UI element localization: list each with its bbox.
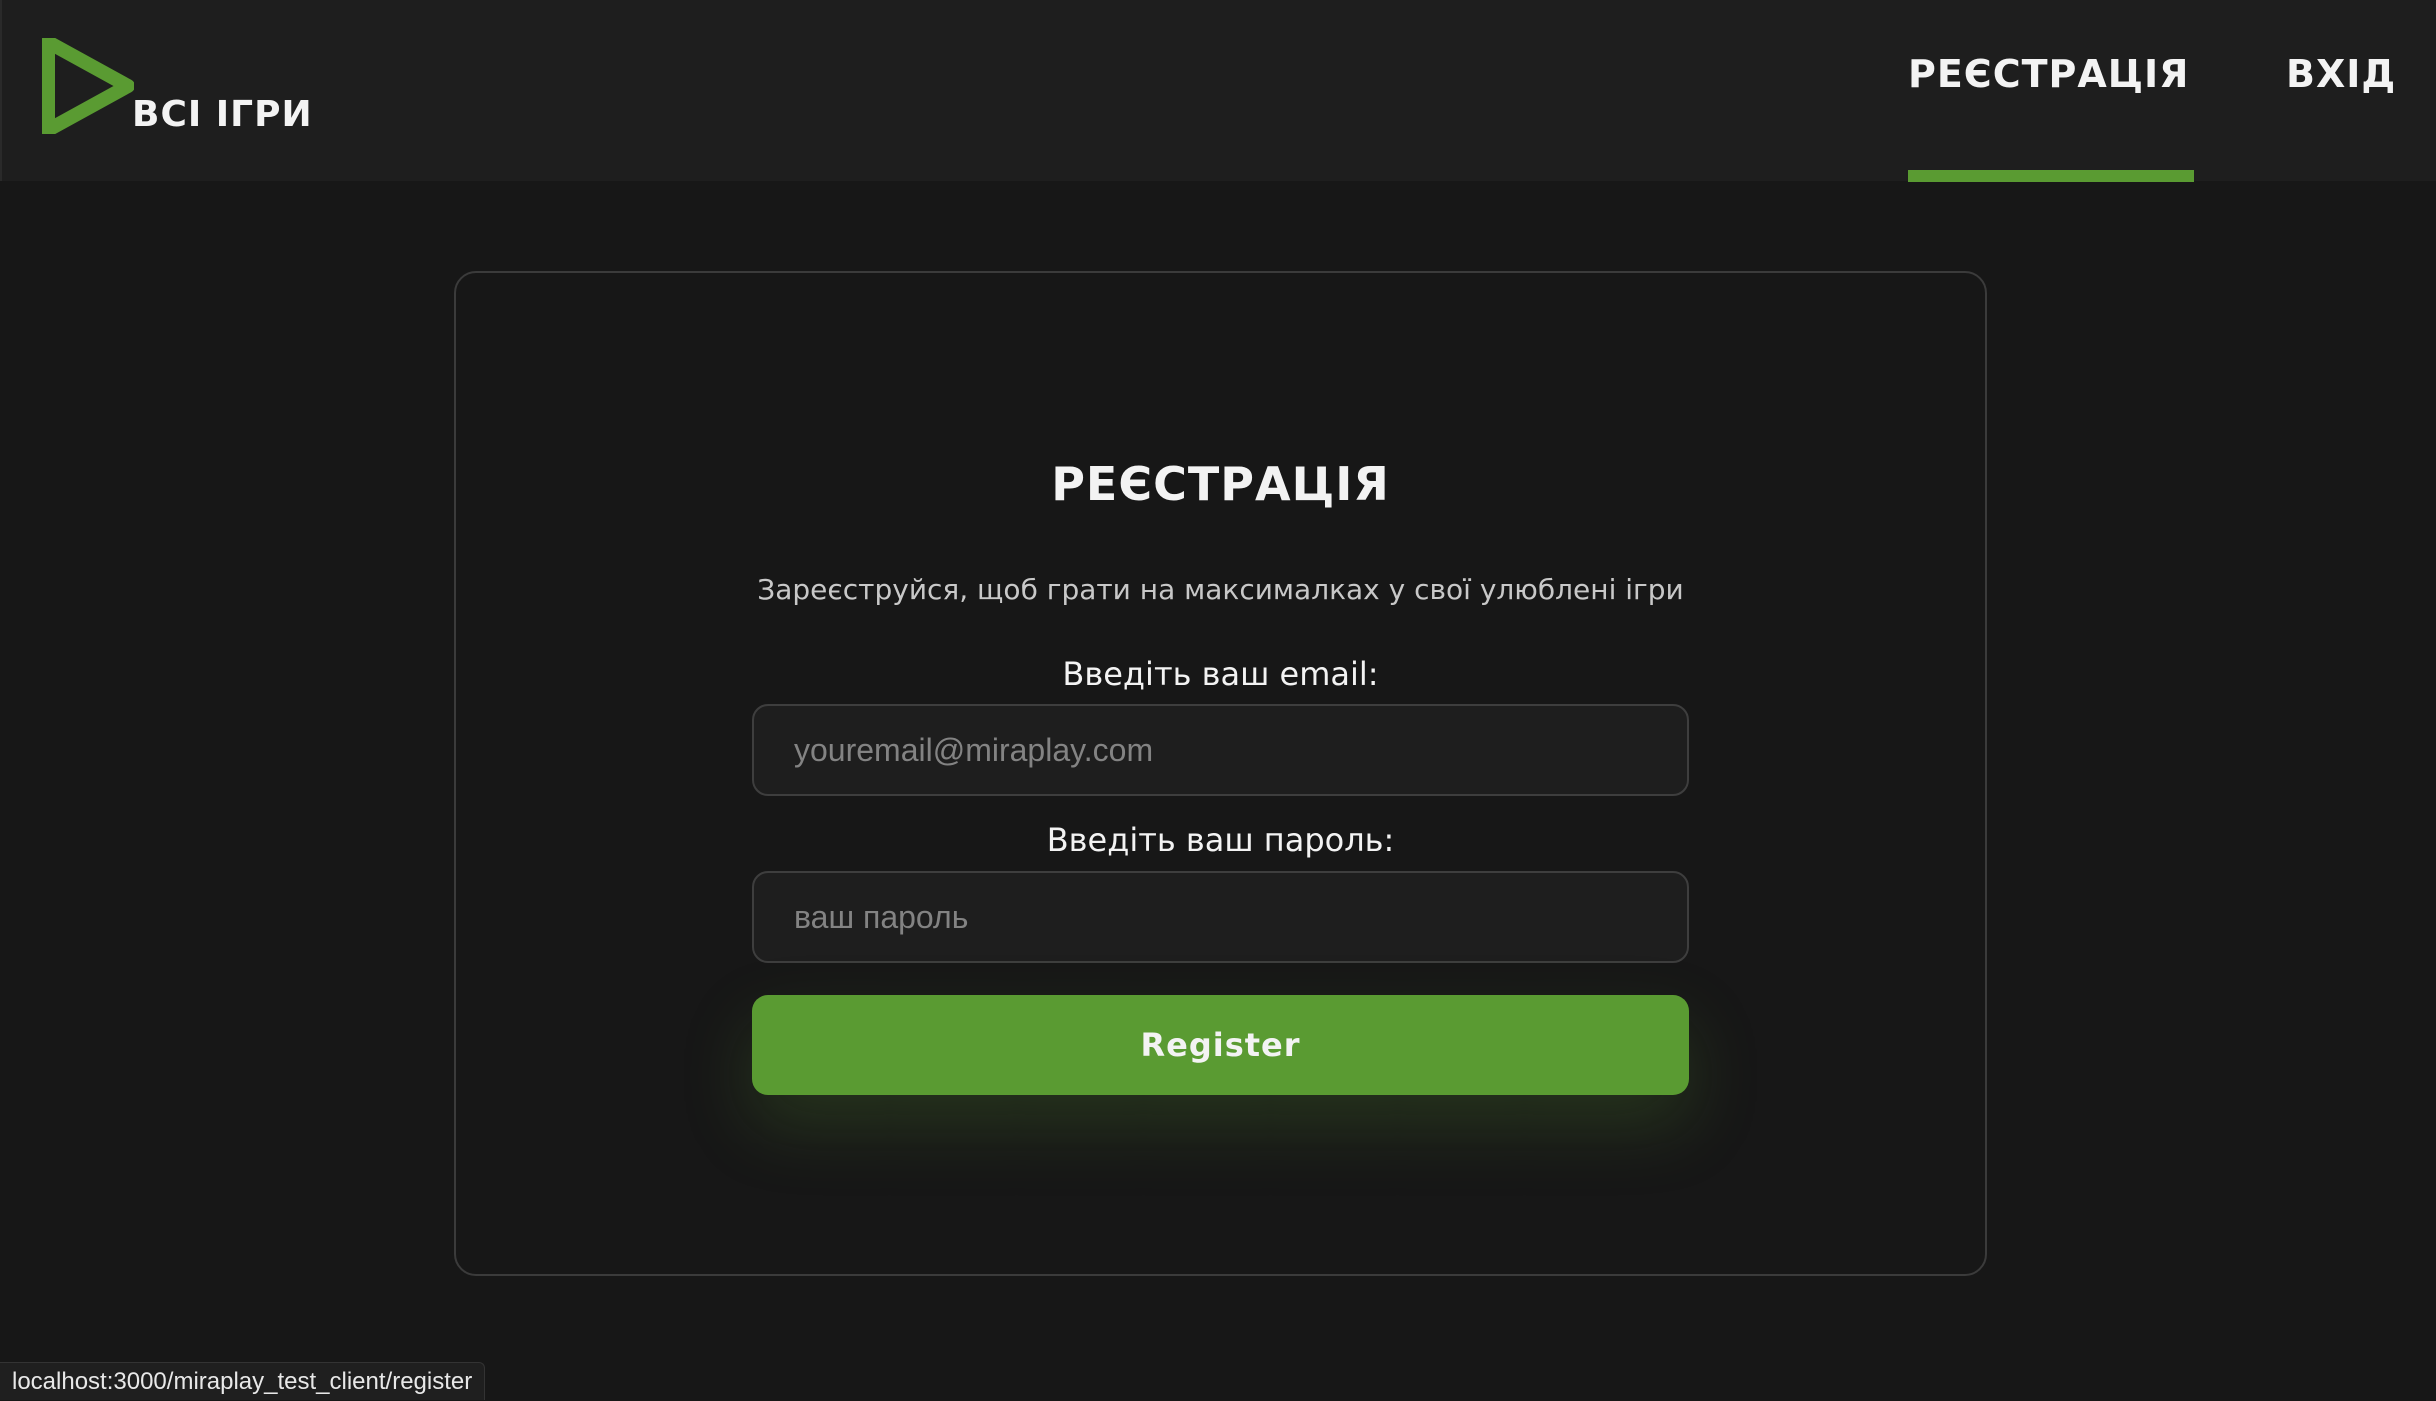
logo-text: ВСІ ІГРИ (132, 94, 313, 135)
site-logo[interactable]: ВСІ ІГРИ (42, 38, 342, 138)
play-logo-icon (42, 38, 134, 134)
nav-login-link[interactable]: ВХІД (2286, 52, 2396, 96)
nav-register-link[interactable]: РЕЄСТРАЦІЯ (1908, 52, 2189, 96)
register-button[interactable]: Register (752, 995, 1689, 1095)
form-subtitle: Зареєструйся, щоб грати на максималках у… (757, 573, 1684, 606)
link-status-bar: localhost:3000/miraplay_test_client/regi… (0, 1362, 486, 1400)
register-card: РЕЄСТРАЦІЯ Зареєструйся, щоб грати на ма… (454, 271, 1987, 1276)
password-label: Введіть ваш пароль: (1046, 821, 1395, 859)
form-title: РЕЄСТРАЦІЯ (1051, 457, 1390, 511)
email-input[interactable] (752, 704, 1689, 796)
active-nav-indicator (1908, 170, 2194, 182)
top-header: ВСІ ІГРИ РЕЄСТРАЦІЯ ВХІД (0, 0, 2436, 182)
email-label: Введіть ваш email: (1062, 655, 1379, 693)
password-input[interactable] (752, 871, 1689, 963)
